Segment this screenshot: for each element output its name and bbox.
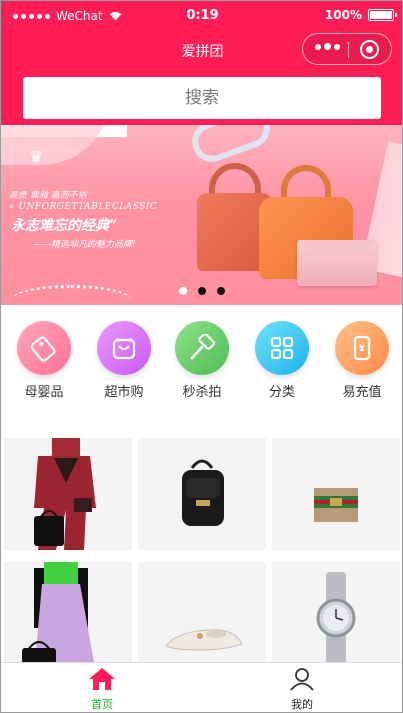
clutch-image [297, 240, 377, 286]
category-label: 易充值 [342, 385, 382, 400]
banner-headline: 永志难忘的经典” [11, 218, 118, 234]
tab-home-label: 首页 [91, 698, 113, 711]
burgundy-suit-model-image [34, 438, 96, 550]
tab-mine[interactable]: 我的 [267, 667, 337, 712]
tab-mine-label: 我的 [291, 698, 313, 711]
product-tile[interactable] [272, 438, 400, 550]
shopping-bag-icon [97, 321, 151, 375]
banner-english-title: « UNFORGETTABLECLASSIC [9, 202, 158, 212]
capsule-divider [348, 42, 349, 58]
search-bar: 搜索 [1, 69, 402, 125]
banner-carousel[interactable]: ♛ 高贵 典雅 高而不俗 « UNFORGETTABLECLASSIC 永志难忘… [1, 125, 402, 305]
category-row: 母婴品 超市购 秒杀拍 分类 易充值 [1, 305, 402, 405]
user-icon [290, 668, 314, 691]
tab-home[interactable]: 首页 [67, 667, 137, 712]
hammer-icon [175, 321, 229, 375]
green-top-lilac-skirt-model-image [22, 562, 96, 674]
category-item-baby[interactable]: 母婴品 [9, 321, 79, 400]
category-item-classify[interactable]: 分类 [247, 321, 317, 400]
banner-tagline: 高贵 典雅 高而不俗 [9, 191, 87, 201]
carousel-dot[interactable] [217, 287, 225, 295]
banner-decoration [1, 125, 111, 165]
app-frame: WeChat 0:19 100% 爱拼团 搜索 ♛ 高贵 典雅 高而不俗 « U… [0, 0, 403, 713]
category-item-recharge[interactable]: 易充值 [327, 321, 397, 400]
category-label: 母婴品 [24, 385, 64, 400]
black-backpack-image [182, 459, 224, 526]
ribbon-decoration [186, 125, 276, 168]
search-input[interactable]: 搜索 [23, 77, 381, 119]
category-item-flash-sale[interactable]: 秒杀拍 [167, 321, 237, 400]
more-icon[interactable] [315, 43, 340, 50]
carousel-dot[interactable] [179, 287, 187, 295]
battery-percent: 100% [324, 8, 362, 22]
carousel-dot[interactable] [198, 287, 206, 295]
silver-watch-image [316, 572, 356, 664]
battery-status: 100% [324, 8, 397, 22]
white-ballet-flat-image [165, 629, 243, 651]
tag-icon [17, 321, 71, 375]
phone-icon [335, 321, 389, 375]
product-tile[interactable] [138, 438, 266, 550]
close-miniprogram-icon[interactable] [360, 40, 379, 59]
nav-bar: 爱拼团 [1, 31, 402, 69]
carousel-indicators [179, 287, 225, 295]
home-icon [89, 668, 115, 690]
product-tile[interactable] [4, 562, 132, 674]
battery-icon [368, 9, 397, 21]
product-tile[interactable] [272, 562, 400, 674]
product-tile[interactable] [4, 438, 132, 550]
product-grid [1, 438, 402, 674]
banner-subtitle: ——精选非凡的魅力品牌! [33, 240, 136, 250]
miniprogram-capsule [302, 33, 392, 65]
web-stripe-wallet-image [314, 488, 358, 522]
category-item-supermarket[interactable]: 超市购 [89, 321, 159, 400]
category-label: 秒杀拍 [182, 385, 222, 400]
crown-icon: ♛ [29, 147, 44, 166]
product-tile[interactable] [138, 562, 266, 674]
pearl-decoration [11, 285, 131, 305]
category-label: 分类 [268, 385, 295, 400]
status-bar: WeChat 0:19 100% [1, 1, 402, 31]
grid-icon [255, 321, 309, 375]
category-label: 超市购 [104, 385, 144, 400]
tab-bar: 首页 我的 [1, 662, 402, 712]
